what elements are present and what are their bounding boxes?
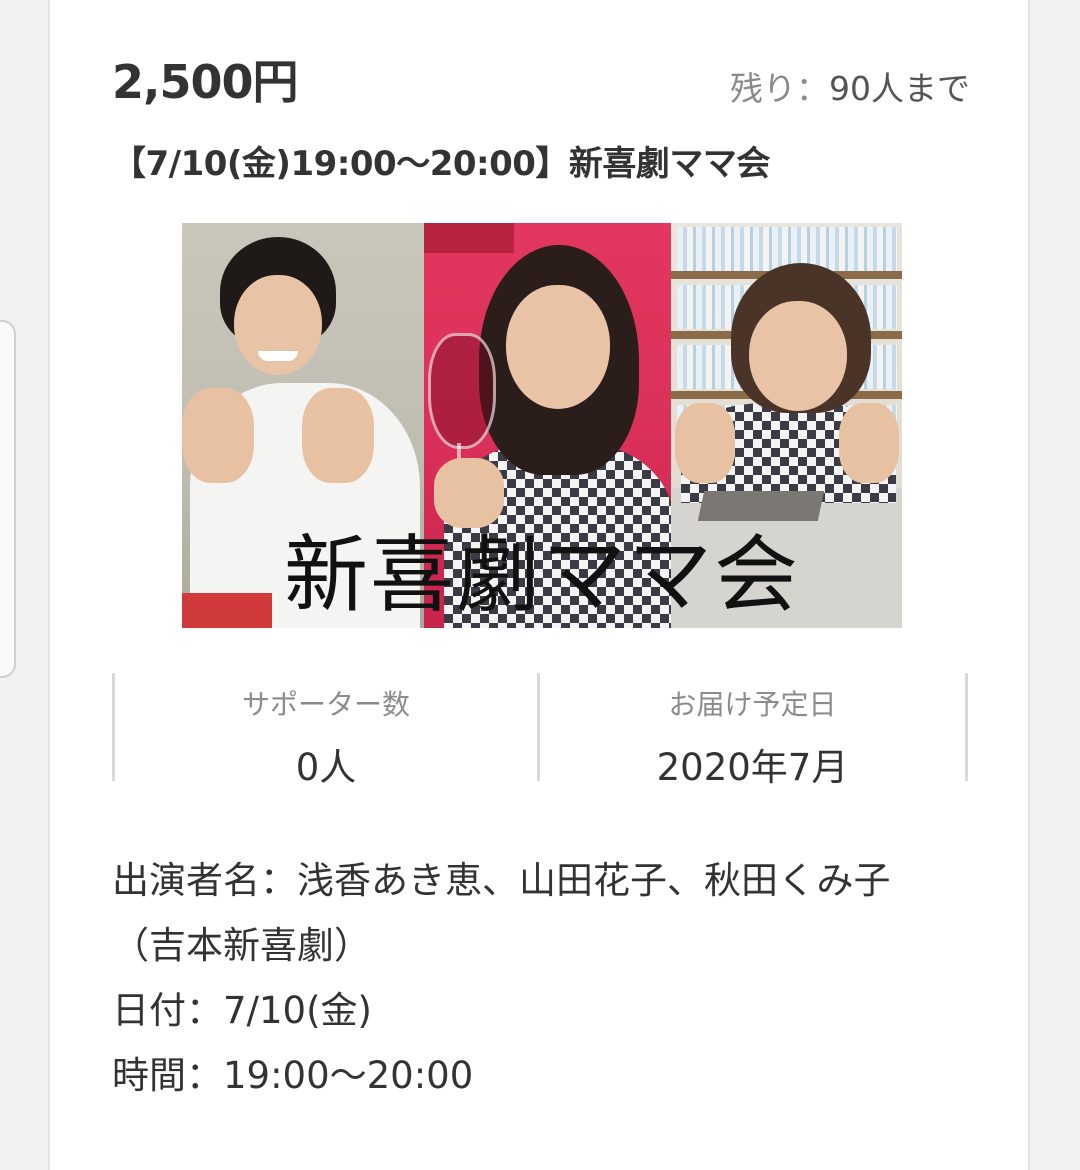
description-line: 時間：19:00〜20:00 — [112, 1054, 474, 1097]
edge-panel-handle[interactable] — [0, 320, 16, 678]
supporters-value: 0人 — [295, 746, 357, 789]
description-line: （吉本新喜劇） — [112, 924, 371, 967]
delivery-stat: お届け予定日 2020年7月 — [540, 673, 968, 789]
reward-title: 【7/10(金)19:00〜20:00】新喜劇ママ会 — [112, 144, 770, 184]
description-line: 日付：7/10(金) — [112, 989, 372, 1032]
banner-title-text: 新喜劇ママ会 — [283, 526, 800, 624]
delivery-value: 2020年7月 — [656, 746, 849, 789]
description-line: 出演者名：浅香あき恵、山田花子、秋田くみ子 — [112, 859, 891, 902]
reward-stats: サポーター数 0人 お届け予定日 2020年7月 — [112, 673, 972, 789]
remaining-count: 残り：90人まで — [730, 62, 970, 110]
delivery-label: お届け予定日 — [668, 688, 837, 721]
page: 2,500円 残り：90人まで 【7/10(金)19:00〜20:00】新喜劇マ… — [0, 0, 1080, 1170]
supporters-stat: サポーター数 0人 — [112, 673, 540, 789]
reward-price: 2,500円 — [112, 55, 299, 109]
remaining-value: 90人まで — [829, 69, 970, 108]
reward-banner-image: 新喜劇ママ会 — [182, 223, 902, 628]
supporters-label: サポーター数 — [241, 688, 410, 721]
reward-description: 出演者名：浅香あき恵、山田花子、秋田くみ子 （吉本新喜劇） 日付：7/10(金)… — [112, 848, 992, 1108]
remaining-label: 残り： — [730, 69, 829, 108]
reward-card[interactable]: 2,500円 残り：90人まで 【7/10(金)19:00〜20:00】新喜劇マ… — [48, 0, 1030, 1170]
